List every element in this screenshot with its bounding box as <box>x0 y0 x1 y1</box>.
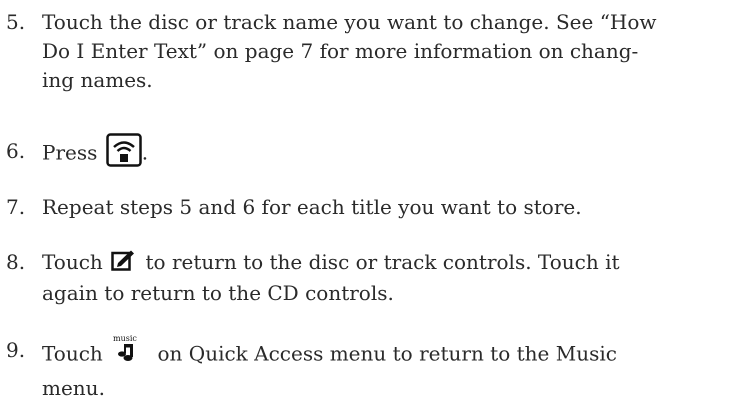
step-8-text: to return to the disc or track controls.… <box>145 250 620 274</box>
step-8-line-2: again to return to the CD controls. <box>42 280 394 305</box>
step-number: 7. <box>6 195 26 219</box>
step-6-text: Press <box>42 140 98 165</box>
step-5-line-1: Touch the disc or track name you want to… <box>42 10 657 34</box>
step-9-text: on Quick Access menu to return to the Mu… <box>157 341 617 366</box>
music-note-icon: music <box>113 332 139 370</box>
music-label: music <box>113 334 137 343</box>
step-9-line-2: menu. <box>42 376 105 400</box>
store-button-icon <box>106 133 142 175</box>
step-number: 5. <box>6 10 26 34</box>
step-5-line-2: Do I Enter Text” on page 7 for more info… <box>42 39 639 63</box>
step-6-period: . <box>141 140 149 165</box>
step-8-touch: Touch <box>42 250 103 274</box>
step-number: 9. <box>6 338 26 362</box>
step-7-text: Repeat steps 5 and 6 for each title you … <box>42 195 582 219</box>
edit-icon <box>111 249 135 279</box>
step-5-line-3: ing names. <box>42 68 153 92</box>
step-number: 8. <box>6 250 26 274</box>
step-9-touch: Touch <box>42 341 103 366</box>
step-number: 6. <box>6 139 26 163</box>
